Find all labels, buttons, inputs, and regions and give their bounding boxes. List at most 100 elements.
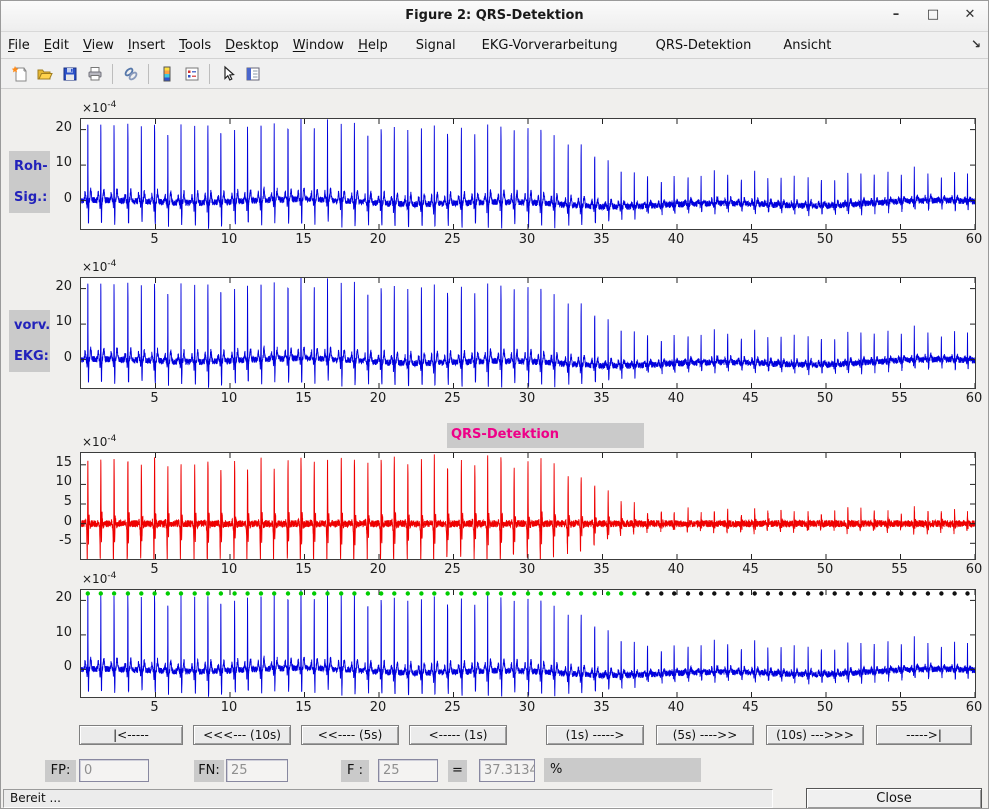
x-tick-label: 20 [363,700,393,715]
y-tick-label: 0 [32,191,72,206]
fp-label: FP: [45,760,76,782]
x-tick-label: 35 [587,700,617,715]
toolbar [1,59,988,89]
y-tick-label: 20 [32,279,72,294]
menu-item-help[interactable]: Help [351,34,395,57]
x-tick-label: 40 [661,562,691,577]
x-tick-label: 55 [885,232,915,247]
menu-item-edit[interactable]: Edit [37,34,76,57]
plot-area-detection-result [80,589,976,698]
figure-window: Figure 2: QRS-Detektion – □ ✕ FileEditVi… [0,0,989,809]
open-folder-icon[interactable] [33,62,56,85]
toolbar-separator [209,64,210,84]
minimize-icon[interactable]: – [888,6,904,24]
x-tick-label: 15 [289,562,319,577]
nav-button-3[interactable]: <----- (1s) [409,725,507,745]
y-tick-label: 5 [32,494,72,509]
x-tick-label: 35 [587,232,617,247]
window-title: Figure 2: QRS-Detektion [1,8,988,23]
x-tick-label: 60 [959,232,989,247]
x-tick-label: 45 [736,232,766,247]
nav-button-2[interactable]: <<---- (5s) [301,725,399,745]
x-tick-label: 20 [363,391,393,406]
x-tick-label: 35 [587,562,617,577]
edit-plot-icon[interactable] [216,62,239,85]
plot-preprocessed-ecg: 5101520253035404550556001020×10-4 [80,277,974,387]
x-tick-label: 55 [885,391,915,406]
x-tick-label: 25 [438,562,468,577]
menu-item-signal[interactable]: Signal [409,34,463,57]
menu-item-insert[interactable]: Insert [121,34,172,57]
menu-item-tools[interactable]: Tools [172,34,218,57]
close-button[interactable]: Close [806,788,982,809]
menu-item-desktop[interactable]: Desktop [218,34,286,57]
menu-item-window[interactable]: Window [286,34,351,57]
y-axis-exponent: ×10-4 [82,571,116,586]
x-tick-label: 60 [959,391,989,406]
x-tick-label: 10 [214,391,244,406]
status-text: Bereit ... [3,789,773,808]
x-tick-label: 5 [140,700,170,715]
x-tick-label: 30 [512,391,542,406]
x-tick-label: 40 [661,391,691,406]
nav-button-1[interactable]: <<<--- (10s) [193,725,291,745]
x-tick-label: 50 [810,232,840,247]
close-icon[interactable]: ✕ [962,6,978,24]
nav-button-5[interactable]: (5s) ---->> [656,725,754,745]
toolbar-separator [148,64,149,84]
plot-area-qrs-filtered [80,452,976,560]
x-tick-label: 60 [959,700,989,715]
plot-area-raw-signal [80,118,976,230]
x-tick-label: 30 [512,562,542,577]
save-icon[interactable] [58,62,81,85]
ratio-input[interactable] [479,759,535,782]
toolbar-separator [112,64,113,84]
print-icon[interactable] [83,62,106,85]
menu-item-ansicht[interactable]: Ansicht [776,34,838,57]
y-tick-label: 10 [32,474,72,489]
plot-qrs-filtered: 51015202530354045505560-5051015×10-4 [80,452,974,558]
x-tick-label: 15 [289,700,319,715]
plot-detection-result: 5101520253035404550556001020×10-4 [80,589,974,696]
title-bar: Figure 2: QRS-Detektion – □ ✕ [1,1,988,32]
menu-item-qrs-detektion[interactable]: QRS-Detektion [649,34,759,57]
menu-item-view[interactable]: View [76,34,121,57]
fn-input[interactable] [226,759,288,782]
y-axis-exponent: ×10-4 [82,434,116,449]
menu-item-ekg-vorverarbeitung[interactable]: EKG-Vorverarbeitung [475,34,625,57]
window-controls: – □ ✕ [888,6,978,24]
x-tick-label: 10 [214,232,244,247]
menubar-items: FileEditViewInsertToolsDesktopWindowHelp… [1,34,838,57]
plot-area-preprocessed-ecg [80,277,976,389]
x-tick-label: 15 [289,232,319,247]
insert-colorbar-icon[interactable] [155,62,178,85]
y-tick-label: 0 [32,659,72,674]
fp-input[interactable] [79,759,149,782]
x-tick-label: 5 [140,391,170,406]
menu-overflow-icon[interactable]: ↘ [971,37,981,51]
insert-legend-icon[interactable] [180,62,203,85]
plot-browser-icon[interactable] [241,62,264,85]
nav-button-4[interactable]: (1s) -----> [546,725,644,745]
x-tick-label: 30 [512,700,542,715]
x-tick-label: 10 [214,700,244,715]
nav-button-0[interactable]: |<----- [79,725,183,745]
x-tick-label: 35 [587,391,617,406]
link-plots-icon[interactable] [119,62,142,85]
x-tick-label: 20 [363,562,393,577]
x-tick-label: 40 [661,232,691,247]
nav-button-6[interactable]: (10s) --->>> [766,725,864,745]
x-tick-label: 60 [959,562,989,577]
equals-label: = [448,760,467,782]
f-input[interactable] [378,759,438,782]
maximize-icon[interactable]: □ [925,6,941,24]
x-tick-label: 10 [214,562,244,577]
new-document-icon[interactable] [8,62,31,85]
x-tick-label: 45 [736,391,766,406]
y-tick-label: 20 [32,120,72,135]
menu-item-file[interactable]: File [1,34,37,57]
nav-button-7[interactable]: ----->| [876,725,972,745]
x-tick-label: 45 [736,562,766,577]
y-axis-exponent: ×10-4 [82,100,116,115]
y-tick-label: 10 [32,314,72,329]
